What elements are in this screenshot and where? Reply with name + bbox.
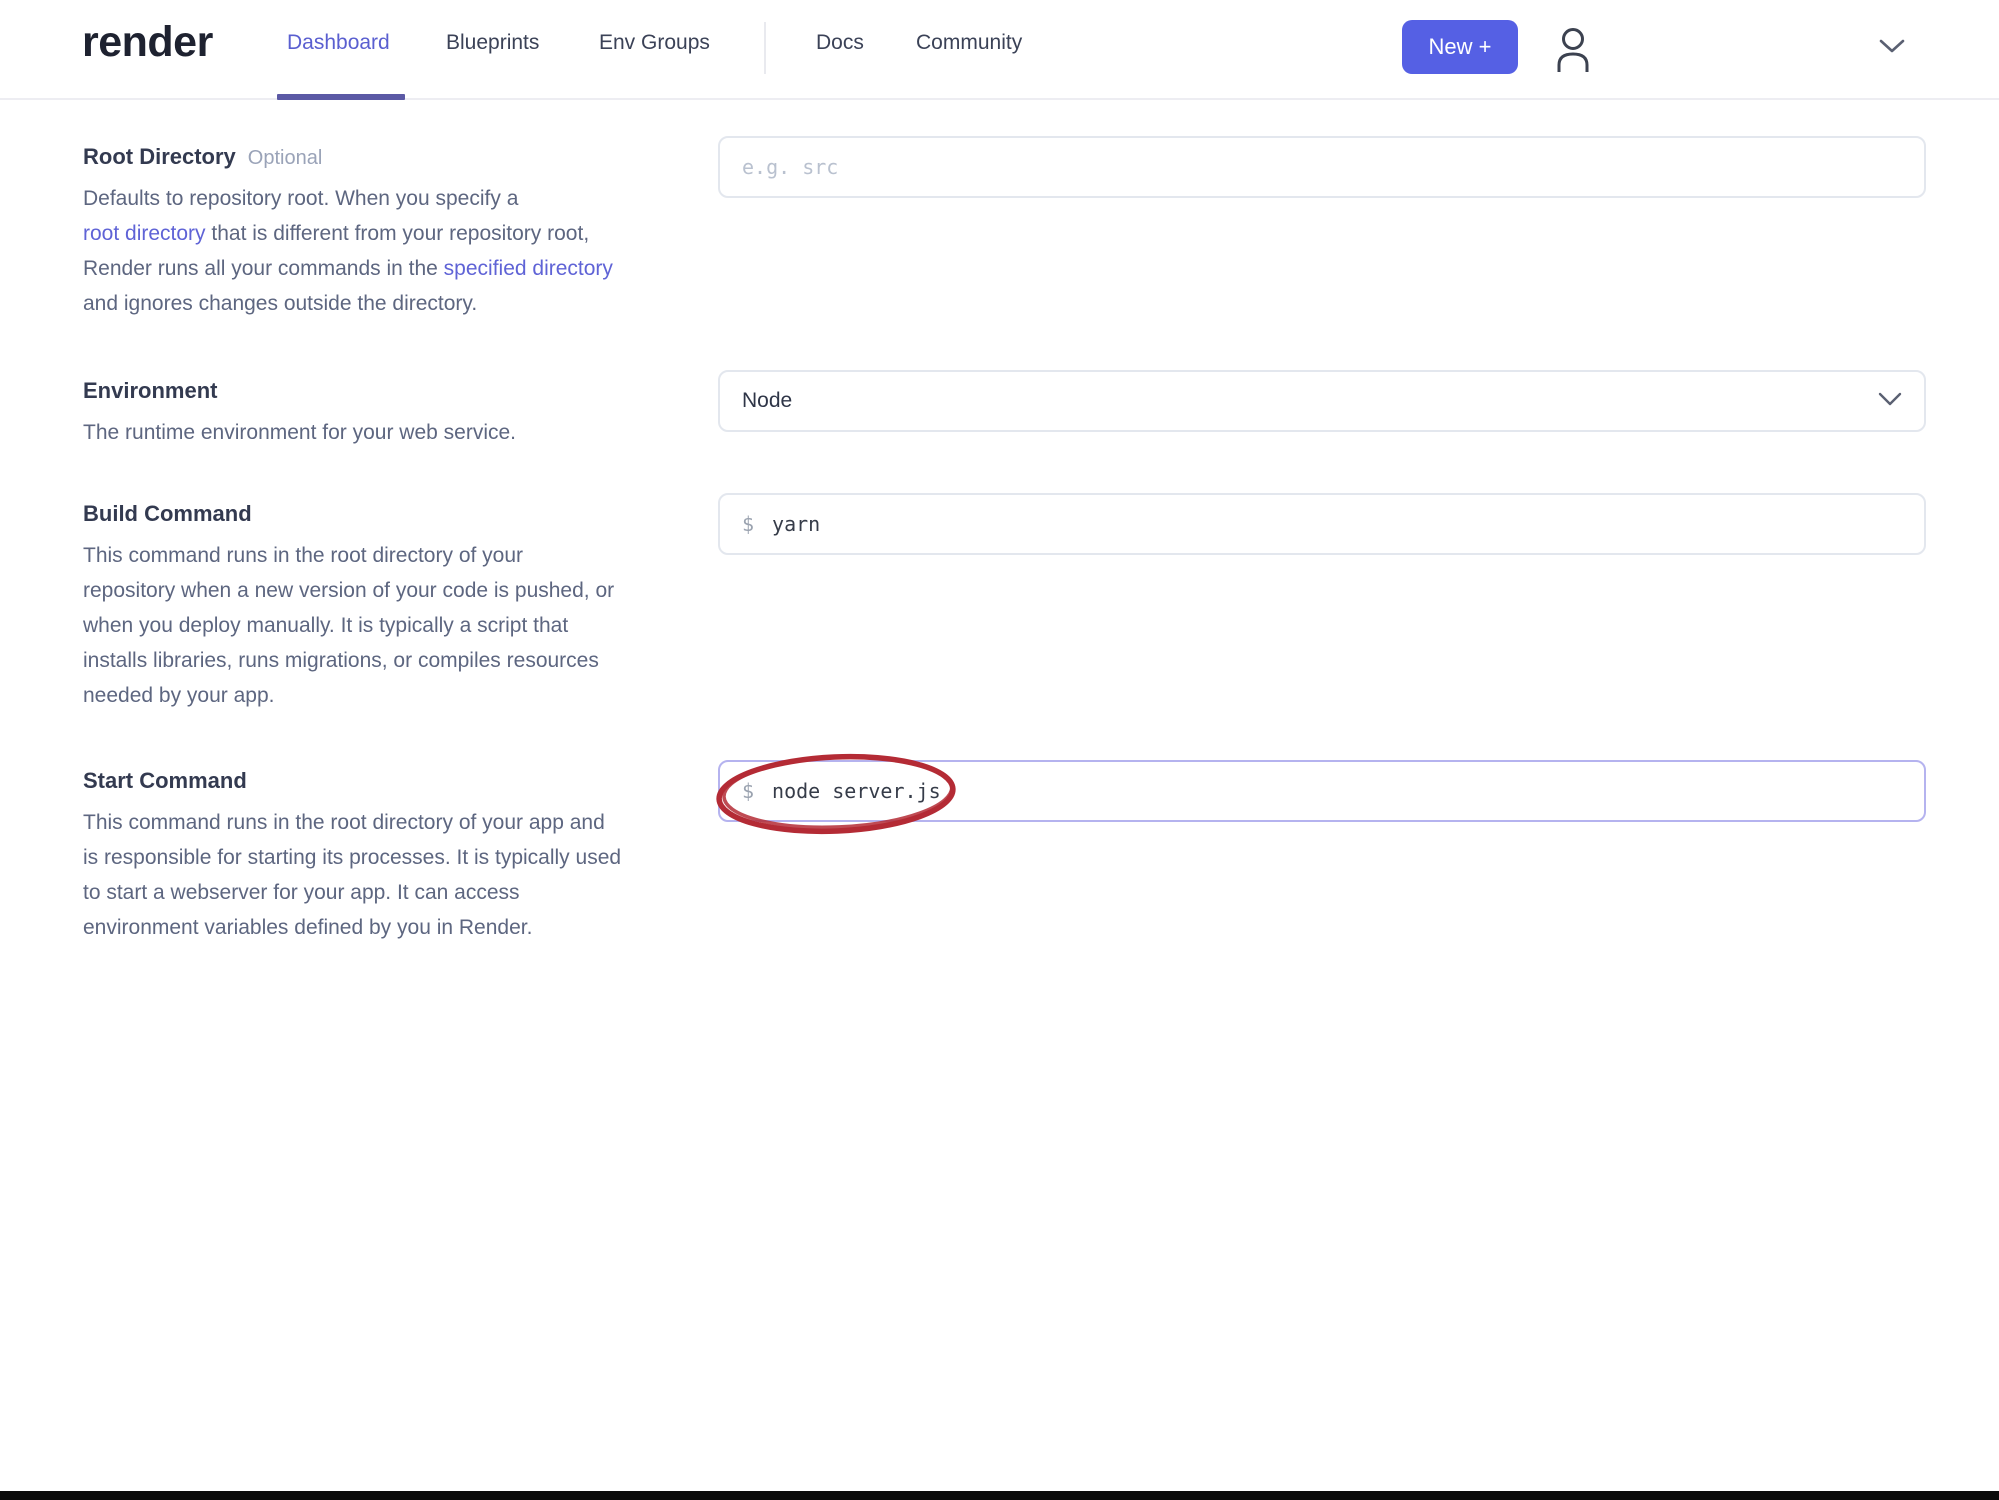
shell-prompt: $ <box>742 512 755 536</box>
description-line: when you deploy manually. It is typicall… <box>83 614 569 637</box>
description-text: Render runs all your commands in the <box>83 257 444 280</box>
description-line: to start a webserver for your app. It ca… <box>83 881 520 904</box>
description-text: that is different from your repository r… <box>205 222 590 245</box>
bottom-border-bar <box>0 1491 1999 1500</box>
description-line: Defaults to repository root. When you sp… <box>83 187 519 210</box>
description-line: is responsible for starting its processe… <box>83 846 622 869</box>
account-button[interactable] <box>1548 24 1598 76</box>
chevron-down-icon <box>1878 39 1906 58</box>
section-description: The runtime environment for your web ser… <box>83 415 693 450</box>
specified-directory-link[interactable]: specified directory <box>444 257 613 280</box>
nav-tab-docs[interactable]: Docs <box>816 31 864 55</box>
start-command-field: $ <box>718 760 1926 822</box>
description-line: root directory that is different from yo… <box>83 216 693 251</box>
description-line: This command runs in the root directory … <box>83 811 605 834</box>
environment-select[interactable]: Node <box>718 370 1926 432</box>
nav-divider <box>764 22 766 74</box>
root-directory-input[interactable] <box>718 136 1926 198</box>
new-button[interactable]: New + <box>1402 20 1518 74</box>
nav-tab-env-groups[interactable]: Env Groups <box>599 31 710 55</box>
person-icon <box>1548 28 1598 79</box>
shell-prompt: $ <box>742 779 755 803</box>
description-line: and ignores changes outside the director… <box>83 292 478 315</box>
nav-tab-blueprints[interactable]: Blueprints <box>446 31 539 55</box>
optional-badge: Optional <box>247 147 323 169</box>
start-command-input[interactable] <box>772 762 1924 820</box>
root-directory-link[interactable]: root directory <box>83 222 206 245</box>
environment-select-value: Node <box>742 389 793 412</box>
description-line: needed by your app. <box>83 684 275 707</box>
section-description: This command runs in the root directory … <box>83 538 693 713</box>
description-line: This command runs in the root directory … <box>83 544 524 567</box>
section-title-start-command: Start Command <box>83 768 247 793</box>
nav-tab-community[interactable]: Community <box>916 31 1022 55</box>
description-line: repository when a new version of your co… <box>83 579 615 602</box>
description-line: environment variables defined by you in … <box>83 916 533 939</box>
section-title-environment: Environment <box>83 378 218 403</box>
description-line: Render runs all your commands in the spe… <box>83 251 693 286</box>
section-title-text: Root Directory <box>83 144 236 169</box>
description-line: The runtime environment for your web ser… <box>83 421 517 444</box>
build-command-input[interactable] <box>772 495 1924 553</box>
description-line: installs libraries, runs migrations, or … <box>83 649 599 672</box>
section-title-build-command: Build Command <box>83 501 252 526</box>
form-row-start-command: Start Command This command runs in the r… <box>0 753 1999 939</box>
section-description: Defaults to repository root. When you sp… <box>83 181 693 321</box>
chevron-down-icon <box>1878 389 1902 413</box>
top-nav: render Dashboard Blueprints Env Groups D… <box>0 0 1999 100</box>
build-command-field: $ <box>718 493 1926 555</box>
section-title-root-directory: Root Directory Optional <box>83 136 693 170</box>
active-tab-underline <box>277 94 405 100</box>
nav-tab-dashboard[interactable]: Dashboard <box>287 31 390 55</box>
render-logo[interactable]: render <box>82 18 213 67</box>
account-menu-chevron[interactable] <box>1876 36 1908 58</box>
section-description: This command runs in the root directory … <box>83 805 693 945</box>
